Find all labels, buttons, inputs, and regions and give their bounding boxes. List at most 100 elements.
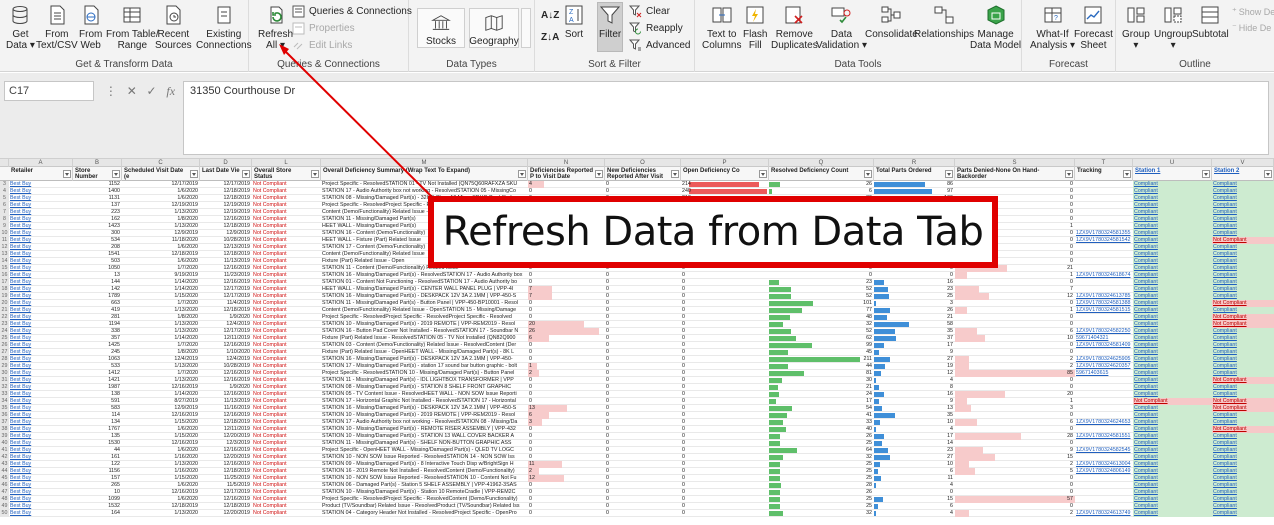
deficiency-summary-cell[interactable]: STATION 17 - Horizontal Graphic Not Inst… bbox=[321, 398, 528, 405]
scheduled-visit-date-cell[interactable]: 1/6/2020 bbox=[122, 244, 200, 251]
total-parts-cell[interactable]: 26 bbox=[874, 307, 955, 314]
total-parts-cell[interactable]: 10 bbox=[874, 419, 955, 426]
text-to-columns-button[interactable]: Text to Columns bbox=[702, 4, 741, 51]
tracking-cell[interactable] bbox=[1075, 188, 1133, 195]
column-letter[interactable] bbox=[0, 159, 9, 167]
store-status-cell[interactable]: Not Compliant bbox=[252, 482, 321, 489]
tracking-cell[interactable] bbox=[1075, 384, 1133, 391]
sort-a-z-button[interactable]: A↓Z bbox=[541, 10, 559, 21]
parts-denied-cell[interactable]: 2 bbox=[955, 510, 1075, 517]
store-number-cell[interactable]: 419 bbox=[73, 307, 122, 314]
deficiency-summary-cell[interactable]: STATION 06 - Damaged Part(s) - Station 5… bbox=[321, 482, 528, 489]
row-number[interactable]: 33 bbox=[0, 391, 9, 398]
resolved-count-cell[interactable]: 32 bbox=[769, 454, 874, 461]
row-number[interactable]: 19 bbox=[0, 293, 9, 300]
total-parts-cell[interactable]: 11 bbox=[874, 475, 955, 482]
row-number[interactable]: 28 bbox=[0, 356, 9, 363]
tracking-cell[interactable]: 1ZX9V1780324618674 bbox=[1075, 272, 1133, 279]
resolved-count-cell[interactable]: 25 bbox=[769, 468, 874, 475]
row-number[interactable]: 36 bbox=[0, 412, 9, 419]
store-status-cell[interactable]: Not Compliant bbox=[252, 510, 321, 517]
store-status-cell[interactable]: Not Compliant bbox=[252, 447, 321, 454]
parts-denied-cell[interactable]: 0 bbox=[955, 279, 1075, 286]
deficiency-summary-cell[interactable]: Project Specific - ResolvedProject Speci… bbox=[321, 496, 528, 503]
tracking-cell[interactable] bbox=[1075, 202, 1133, 209]
open-deficiency-cell[interactable]: 0 bbox=[681, 384, 769, 391]
store-status-cell[interactable]: Not Compliant bbox=[252, 440, 321, 447]
store-number-cell[interactable]: 1767 bbox=[73, 426, 122, 433]
store-status-cell[interactable]: Not Compliant bbox=[252, 251, 321, 258]
group-button[interactable]: Group ▾ bbox=[1122, 4, 1150, 51]
new-deficiencies-cell[interactable]: 0 bbox=[605, 468, 681, 475]
parts-denied-cell[interactable]: 0 bbox=[955, 412, 1075, 419]
station-2-cell[interactable]: Compliant bbox=[1212, 384, 1274, 391]
store-number-cell[interactable]: 1421 bbox=[73, 377, 122, 384]
tracking-cell[interactable] bbox=[1075, 314, 1133, 321]
deficiencies-reported-cell[interactable]: 0 bbox=[528, 496, 605, 503]
station-1-cell[interactable]: Compliant bbox=[1133, 293, 1212, 300]
station-2-cell[interactable]: Not Compliant bbox=[1212, 377, 1274, 384]
retailer-cell[interactable]: Best Buy bbox=[9, 454, 73, 461]
store-number-cell[interactable]: 1194 bbox=[73, 321, 122, 328]
deficiencies-reported-cell[interactable]: 2 bbox=[528, 370, 605, 377]
deficiency-summary-cell[interactable]: STATION 11 - Missing/Damaged Part(s) - I… bbox=[321, 377, 528, 384]
row-number[interactable]: 20 bbox=[0, 300, 9, 307]
store-status-cell[interactable]: Not Compliant bbox=[252, 293, 321, 300]
parts-denied-cell[interactable]: 0 bbox=[955, 342, 1075, 349]
ungroup-button[interactable]: Ungroup ▾ bbox=[1154, 4, 1192, 51]
station-2-cell[interactable]: Compliant bbox=[1212, 251, 1274, 258]
last-date-cell[interactable]: 10/28/2019 bbox=[200, 363, 252, 370]
parts-denied-cell[interactable]: 85 bbox=[955, 370, 1075, 377]
new-deficiencies-cell[interactable]: 0 bbox=[605, 349, 681, 356]
store-number-cell[interactable]: 142 bbox=[73, 286, 122, 293]
new-deficiencies-cell[interactable]: 0 bbox=[605, 328, 681, 335]
row-number[interactable]: 26 bbox=[0, 342, 9, 349]
row-number[interactable]: 32 bbox=[0, 384, 9, 391]
total-parts-cell[interactable]: 4 bbox=[874, 510, 955, 517]
station-2-cell[interactable]: Compliant bbox=[1212, 230, 1274, 237]
scheduled-visit-date-cell[interactable]: 12/18/2019 bbox=[122, 251, 200, 258]
station-2-cell[interactable]: Compliant bbox=[1212, 461, 1274, 468]
station-1-cell[interactable]: Compliant bbox=[1133, 489, 1212, 496]
last-date-cell[interactable]: 12/18/2019 bbox=[200, 468, 252, 475]
total-parts-cell[interactable]: 0 bbox=[874, 272, 955, 279]
station-2-cell[interactable]: Not Compliant bbox=[1212, 314, 1274, 321]
store-number-cell[interactable]: 1050 bbox=[73, 265, 122, 272]
row-number[interactable]: 44 bbox=[0, 468, 9, 475]
store-status-cell[interactable]: Not Compliant bbox=[252, 237, 321, 244]
column-header[interactable]: Station 1 bbox=[1133, 167, 1212, 181]
scheduled-visit-date-cell[interactable]: 1/8/2020 bbox=[122, 216, 200, 223]
row-number[interactable]: 13 bbox=[0, 251, 9, 258]
deficiencies-reported-cell[interactable]: 13 bbox=[528, 405, 605, 412]
parts-denied-cell[interactable]: 0 bbox=[955, 188, 1075, 195]
from-table-range-button[interactable]: From Table/ Range bbox=[106, 4, 159, 51]
retailer-cell[interactable]: Best Buy bbox=[9, 510, 73, 517]
column-header[interactable]: Deficiencies Reported P to Visit Date bbox=[528, 167, 605, 181]
store-number-cell[interactable]: 1412 bbox=[73, 370, 122, 377]
station-2-cell[interactable]: Compliant bbox=[1212, 356, 1274, 363]
scheduled-visit-date-cell[interactable]: 1/8/2020 bbox=[122, 349, 200, 356]
filter-dropdown-icon[interactable] bbox=[1264, 170, 1272, 178]
station-2-cell[interactable]: Compliant bbox=[1212, 181, 1274, 188]
new-deficiencies-cell[interactable]: 0 bbox=[605, 279, 681, 286]
new-deficiencies-cell[interactable]: 0 bbox=[605, 482, 681, 489]
last-date-cell[interactable]: 12/4/2019 bbox=[200, 321, 252, 328]
store-status-cell[interactable]: Not Compliant bbox=[252, 209, 321, 216]
tracking-cell[interactable] bbox=[1075, 216, 1133, 223]
total-parts-cell[interactable]: 4 bbox=[874, 482, 955, 489]
open-deficiency-cell[interactable]: 0 bbox=[681, 503, 769, 510]
station-2-cell[interactable]: Compliant bbox=[1212, 440, 1274, 447]
resolved-count-cell[interactable]: 25 bbox=[769, 440, 874, 447]
deficiencies-reported-cell[interactable]: 3 bbox=[528, 419, 605, 426]
last-date-cell[interactable]: 12/18/2019 bbox=[200, 223, 252, 230]
resolved-count-cell[interactable]: 0 bbox=[769, 272, 874, 279]
parts-denied-cell[interactable]: 20 bbox=[955, 391, 1075, 398]
station-1-cell[interactable]: Compliant bbox=[1133, 237, 1212, 244]
store-number-cell[interactable]: 591 bbox=[73, 398, 122, 405]
retailer-cell[interactable]: Best Buy bbox=[9, 398, 73, 405]
column-letter[interactable]: P bbox=[681, 159, 769, 167]
column-header[interactable]: Station 2 bbox=[1212, 167, 1274, 181]
filter-dropdown-icon[interactable] bbox=[1202, 170, 1210, 178]
deficiency-summary-cell[interactable]: Product (TV/Soundbar) Related Issue - Re… bbox=[321, 503, 528, 510]
new-deficiencies-cell[interactable]: 0 bbox=[605, 363, 681, 370]
